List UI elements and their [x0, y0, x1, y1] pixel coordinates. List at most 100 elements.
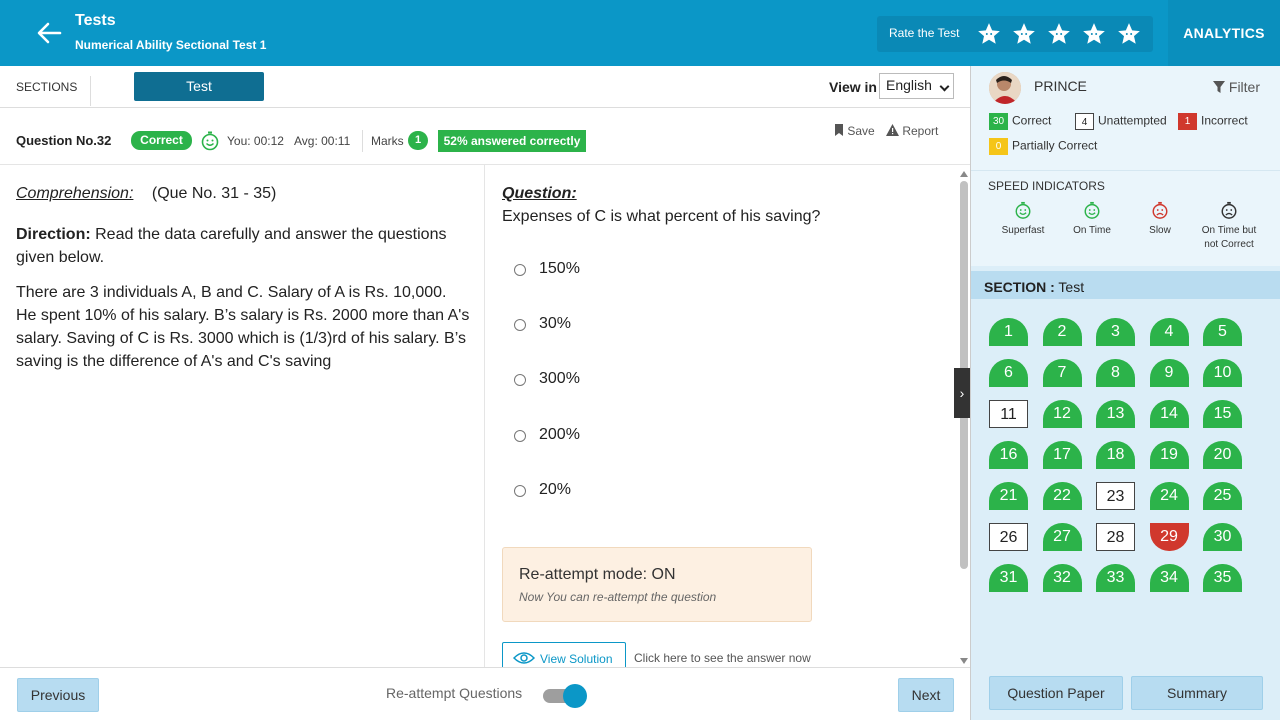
- question-pane: Question: Expenses of C is what percent …: [486, 165, 970, 672]
- question-7-button[interactable]: 7: [1042, 359, 1082, 387]
- speed-on-time-not-correct: On Time but not Correct: [1194, 201, 1264, 252]
- top-bar: Tests Numerical Ability Sectional Test 1…: [0, 0, 1280, 66]
- smile-timer-icon: [1015, 201, 1031, 219]
- section-label: SECTION :: [984, 279, 1055, 295]
- section-tab-test[interactable]: Test: [134, 72, 264, 101]
- question-1-button[interactable]: 1: [989, 318, 1028, 346]
- summary-button[interactable]: Summary: [1131, 676, 1263, 710]
- star-icon-2[interactable]: [1011, 21, 1037, 47]
- bottom-bar: Previous Re-attempt Questions Next: [0, 667, 970, 720]
- star-icon-1[interactable]: [976, 21, 1002, 47]
- analytics-button[interactable]: ANALYTICS: [1168, 0, 1280, 66]
- question-16-button[interactable]: 16: [989, 441, 1028, 469]
- filter-button[interactable]: Filter: [1213, 79, 1260, 95]
- question-5-button[interactable]: 5: [1203, 318, 1242, 346]
- question-3-button[interactable]: 3: [1096, 318, 1135, 346]
- radio-button[interactable]: [514, 485, 526, 497]
- chevron-right-icon: ›: [959, 385, 965, 401]
- question-heading: Question:: [502, 185, 577, 202]
- question-35-button[interactable]: 35: [1203, 564, 1242, 592]
- question-25-button[interactable]: 25: [1203, 482, 1242, 510]
- speed-heading: SPEED INDICATORS: [988, 179, 1105, 193]
- radio-button[interactable]: [514, 374, 526, 386]
- star-icon-5[interactable]: [1116, 21, 1142, 47]
- view-solution-label: View Solution: [540, 652, 613, 666]
- reattempt-title: Re-attempt mode: ON: [519, 566, 676, 583]
- question-paper-button[interactable]: Question Paper: [989, 676, 1123, 710]
- rate-the-test: Rate the Test: [877, 16, 1153, 52]
- question-20-button[interactable]: 20: [1203, 441, 1242, 469]
- option-label: 20%: [539, 481, 572, 498]
- legend-label: Incorrect: [1201, 113, 1248, 128]
- star-icon-3[interactable]: [1046, 21, 1072, 47]
- question-18-button[interactable]: 18: [1096, 441, 1135, 469]
- question-2-button[interactable]: 2: [1042, 318, 1082, 346]
- speed-label: Slow: [1149, 225, 1171, 236]
- status-badge: Correct: [131, 131, 192, 150]
- question-30-button[interactable]: 30: [1203, 523, 1242, 551]
- legend-correct: 30 Correct: [989, 113, 1051, 130]
- warning-icon: [886, 124, 899, 136]
- question-6-button[interactable]: 6: [989, 359, 1028, 387]
- back-arrow-icon[interactable]: [34, 18, 64, 48]
- question-33-button[interactable]: 33: [1096, 564, 1135, 592]
- user-photo-icon: [989, 72, 1021, 104]
- question-info-bar: Question No.32 Correct You: 00:12 Avg: 0…: [0, 108, 970, 165]
- question-17-button[interactable]: 17: [1042, 441, 1082, 469]
- previous-button[interactable]: Previous: [17, 678, 99, 712]
- speed-on-time: On Time: [1057, 201, 1127, 238]
- collapse-panel-button[interactable]: ›: [954, 368, 970, 418]
- radio-button[interactable]: [514, 319, 526, 331]
- question-28-button[interactable]: 28: [1096, 523, 1135, 551]
- question-number: Question No.32: [16, 133, 112, 148]
- question-15-button[interactable]: 15: [1203, 400, 1242, 428]
- direction: Direction: Read the data carefully and a…: [16, 223, 471, 269]
- bookmark-icon: [835, 124, 843, 136]
- question-23-button[interactable]: 23: [1096, 482, 1135, 510]
- question-27-button[interactable]: 27: [1042, 523, 1082, 551]
- question-9-button[interactable]: 9: [1149, 359, 1189, 387]
- chevron-down-icon: [939, 81, 950, 92]
- question-13-button[interactable]: 13: [1096, 400, 1135, 428]
- question-14-button[interactable]: 14: [1149, 400, 1189, 428]
- speed-label: On Time: [1073, 225, 1111, 236]
- scroll-up-icon[interactable]: [960, 171, 968, 177]
- radio-button[interactable]: [514, 430, 526, 442]
- question-8-button[interactable]: 8: [1096, 359, 1135, 387]
- save-button[interactable]: Save: [834, 124, 875, 138]
- question-12-button[interactable]: 12: [1042, 400, 1082, 428]
- language-select[interactable]: English: [879, 73, 954, 99]
- option-label: 300%: [539, 370, 580, 387]
- eye-icon: [513, 652, 535, 664]
- reattempt-toggle[interactable]: [543, 684, 589, 708]
- speed-superfast: Superfast: [988, 201, 1058, 238]
- question-19-button[interactable]: 19: [1149, 441, 1189, 469]
- avatar: [989, 72, 1021, 104]
- comprehension-body: There are 3 individuals A, B and C. Sala…: [16, 284, 470, 370]
- question-21-button[interactable]: 21: [989, 482, 1028, 510]
- question-26-button[interactable]: 26: [989, 523, 1028, 551]
- question-11-button[interactable]: 11: [989, 400, 1028, 428]
- question-34-button[interactable]: 34: [1149, 564, 1189, 592]
- report-button[interactable]: Report: [886, 124, 938, 138]
- sidebar-header: PRINCE Filter 30 Correct 4 Unattempted 1 In…: [971, 66, 1280, 170]
- scroll-down-icon[interactable]: [960, 658, 968, 664]
- option-label: 200%: [539, 426, 580, 443]
- toggle-knob[interactable]: [563, 684, 587, 708]
- legend-label: Correct: [1012, 113, 1052, 128]
- question-10-button[interactable]: 10: [1203, 359, 1242, 387]
- question-24-button[interactable]: 24: [1149, 482, 1189, 510]
- next-button[interactable]: Next: [898, 678, 954, 712]
- question-31-button[interactable]: 31: [989, 564, 1028, 592]
- question-29-button[interactable]: 29: [1149, 523, 1189, 551]
- save-label: Save: [847, 124, 875, 138]
- comprehension-header: Comprehension: (Que No. 31 - 35): [16, 185, 276, 203]
- direction-label: Direction:: [16, 226, 91, 243]
- radio-button[interactable]: [514, 264, 526, 276]
- comprehension-pane: Comprehension: (Que No. 31 - 35) Directi…: [0, 165, 485, 667]
- marks-label: Marks: [371, 134, 404, 148]
- question-22-button[interactable]: 22: [1042, 482, 1082, 510]
- star-icon-4[interactable]: [1081, 21, 1107, 47]
- question-4-button[interactable]: 4: [1149, 318, 1189, 346]
- question-32-button[interactable]: 32: [1042, 564, 1082, 592]
